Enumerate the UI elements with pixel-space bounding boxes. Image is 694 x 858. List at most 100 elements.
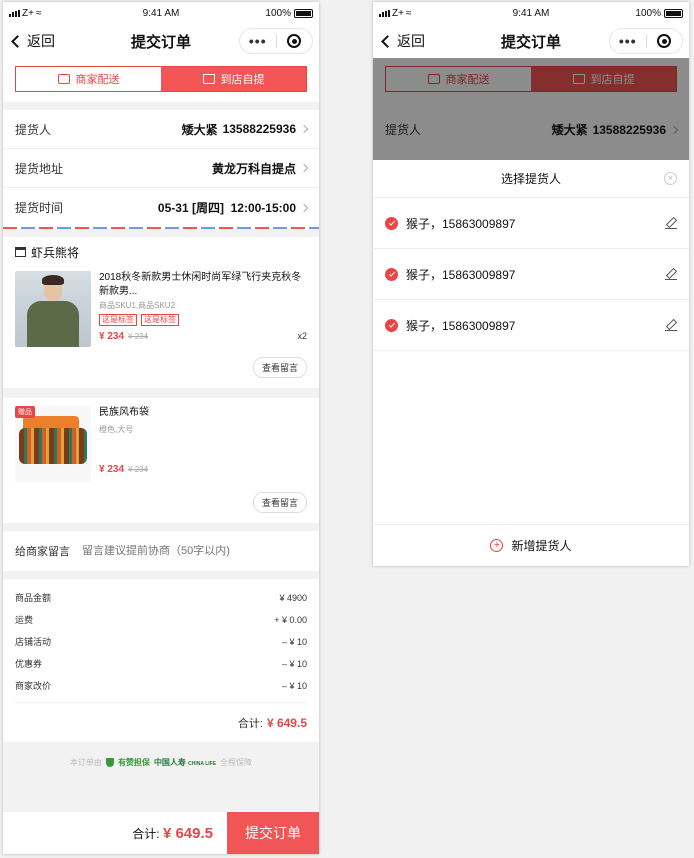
product-sku: 橙色,大号 xyxy=(99,425,134,434)
summary-total-value: ¥ 649.5 xyxy=(266,715,307,730)
summary-total-label: 合计: xyxy=(237,717,263,730)
edit-icon[interactable] xyxy=(665,217,677,229)
bottom-total-label: 合计: xyxy=(132,826,160,841)
plus-circle-icon: + xyxy=(490,539,504,552)
summary-row: 商品金额 ¥ 4900 xyxy=(15,593,307,603)
bottom-total-value: ¥ 649.5 xyxy=(162,824,213,842)
chevron-right-icon xyxy=(299,163,309,173)
checked-icon xyxy=(385,267,398,281)
checked-icon xyxy=(385,318,398,332)
add-pickup-person-button[interactable]: + 新增提货人 xyxy=(373,524,689,566)
status-bar: Z+ ≈ 9:41 AM 100% xyxy=(3,2,319,24)
more-button[interactable]: ••• xyxy=(240,29,276,53)
goods-item: 赠品 民族风布袋 橙色,大号 ¥ 234 ¥ 234 查看留言 xyxy=(3,398,319,523)
close-miniprogram-button[interactable] xyxy=(647,34,683,48)
add-pickup-person-label: 新增提货人 xyxy=(511,539,572,553)
close-icon[interactable]: × xyxy=(664,172,677,185)
pickup-person-name: 矮大紧 xyxy=(181,122,218,137)
product-title: 2018秋冬新款男士休闲时尚军绿飞行夹克秋冬新款男... xyxy=(99,272,302,297)
goods-item: 2018秋冬新款男士休闲时尚军绿飞行夹克秋冬新款男... 商品SKU1,商品SK… xyxy=(3,267,319,388)
pickup-time-label: 提货时间 xyxy=(15,201,64,215)
edit-icon[interactable] xyxy=(665,268,677,280)
product-quantity: x2 xyxy=(297,331,307,341)
remark-label: 给商家留言 xyxy=(15,546,70,558)
delivery-tabs: 商家配送 到店自提 xyxy=(15,66,307,92)
gift-badge: 赠品 xyxy=(15,406,35,418)
shop-name: 虾兵熊将 xyxy=(31,245,80,260)
shop-header: 虾兵熊将 xyxy=(3,237,319,267)
china-life-logo: 中国人寿 CHINA LIFE xyxy=(153,757,217,767)
dimmed-background: 商家配送 到店自提 提货人 矮大紧 13588225936 xyxy=(373,58,689,160)
tab-label: 商家配送 xyxy=(75,74,120,86)
remark-input[interactable] xyxy=(82,545,307,557)
target-icon xyxy=(657,34,672,48)
pickup-person-entry: 猴子，15863009897 xyxy=(406,267,516,282)
product-original-price: ¥ 234 xyxy=(128,332,149,341)
pickup-person-entry: 猴子，15863009897 xyxy=(406,216,516,231)
pickup-person-list: 猴子，15863009897 猴子，15863009897 猴子，1586300… xyxy=(373,198,689,524)
summary-row: 运费 + ¥ 0.00 xyxy=(15,615,307,625)
product-price: ¥ 234 xyxy=(99,464,125,475)
summary-total: 合计: ¥ 649.5 xyxy=(15,702,307,742)
product-sku: 商品SKU1,商品SKU2 xyxy=(99,301,176,310)
guarantee-prefix: 本订单由 xyxy=(69,757,102,767)
battery-icon xyxy=(294,8,313,18)
close-miniprogram-button[interactable] xyxy=(277,34,313,48)
back-label: 返回 xyxy=(397,33,425,49)
tab-store-pickup[interactable]: 到店自提 xyxy=(161,67,306,91)
chevron-right-icon xyxy=(299,124,309,134)
shop-icon xyxy=(15,247,26,257)
envelope-stripe xyxy=(3,227,319,229)
delivery-tabs-wrap: 商家配送 到店自提 xyxy=(3,58,319,102)
chevron-right-icon xyxy=(299,203,309,212)
status-time: 9:41 AM xyxy=(512,7,550,19)
pickup-picker-screen: Z+ ≈ 9:41 AM 100% 返回 提交订单 ••• 商家配送 到店自提 … xyxy=(373,2,689,566)
battery-icon xyxy=(664,8,683,18)
nav-bar: 返回 提交订单 ••• xyxy=(3,24,319,58)
pickup-address-label: 提货地址 xyxy=(15,161,64,176)
view-message-button[interactable]: 查看留言 xyxy=(252,492,307,513)
submit-order-button[interactable]: 提交订单 xyxy=(227,812,319,854)
pickup-person-entry: 猴子，15863009897 xyxy=(406,318,516,333)
chevron-left-icon xyxy=(11,34,24,48)
pickup-person-row[interactable]: 提货人 矮大紧 13588225936 xyxy=(3,110,319,149)
chevron-left-icon xyxy=(381,34,394,48)
summary-row: 店铺活动 – ¥ 10 xyxy=(15,637,307,647)
shopping-bag-icon xyxy=(202,74,215,84)
more-button[interactable]: ••• xyxy=(610,29,646,53)
list-item[interactable]: 猴子，15863009897 xyxy=(373,249,689,300)
pickup-info: 提货人 矮大紧 13588225936 提货地址 黄龙万科自提点 提货时间 05… xyxy=(3,110,319,229)
pickup-address-value: 黄龙万科自提点 xyxy=(211,161,296,176)
tab-merchant-delivery[interactable]: 商家配送 xyxy=(16,67,161,91)
product-title: 民族风布袋 xyxy=(99,407,149,418)
sheet-header: 选择提货人 × xyxy=(373,160,689,198)
product-tag: 这是标签 xyxy=(99,314,137,326)
pickup-address-row[interactable]: 提货地址 黄龙万科自提点 xyxy=(3,149,319,188)
nav-bar: 返回 提交订单 ••• xyxy=(373,24,689,58)
shield-icon xyxy=(105,757,114,767)
target-icon xyxy=(287,34,302,48)
sheet-title: 选择提货人 xyxy=(500,172,561,186)
product-image[interactable] xyxy=(15,271,91,347)
pickup-time-row[interactable]: 提货时间 05-31 [周四] 12:00-15:00 xyxy=(3,188,319,227)
edit-icon[interactable] xyxy=(665,319,677,331)
guarantee-suffix: 全程保障 xyxy=(220,757,253,767)
pickup-person-label: 提货人 xyxy=(15,122,52,137)
back-button[interactable]: 返回 xyxy=(11,31,55,51)
status-bar: Z+ ≈ 9:41 AM 100% xyxy=(373,2,689,24)
merchant-remark: 给商家留言 xyxy=(3,531,319,571)
view-message-button[interactable]: 查看留言 xyxy=(252,357,307,378)
back-button[interactable]: 返回 xyxy=(381,31,425,51)
modal-overlay[interactable] xyxy=(373,58,689,160)
product-image[interactable]: 赠品 xyxy=(15,406,91,482)
summary-row: 商家改价 – ¥ 10 xyxy=(15,681,307,691)
bottom-total: 合计: ¥ 649.5 xyxy=(132,825,213,842)
guarantee-banner: 本订单由 有赞担保 中国人寿 CHINA LIFE 全程保障 xyxy=(3,742,319,782)
back-label: 返回 xyxy=(27,33,55,49)
list-item[interactable]: 猴子，15863009897 xyxy=(373,300,689,351)
product-original-price: ¥ 234 xyxy=(128,465,149,474)
checked-icon xyxy=(385,216,398,230)
list-item[interactable]: 猴子，15863009897 xyxy=(373,198,689,249)
pickup-person-phone: 13588225936 xyxy=(222,122,296,136)
summary-row: 优惠券 – ¥ 10 xyxy=(15,659,307,669)
